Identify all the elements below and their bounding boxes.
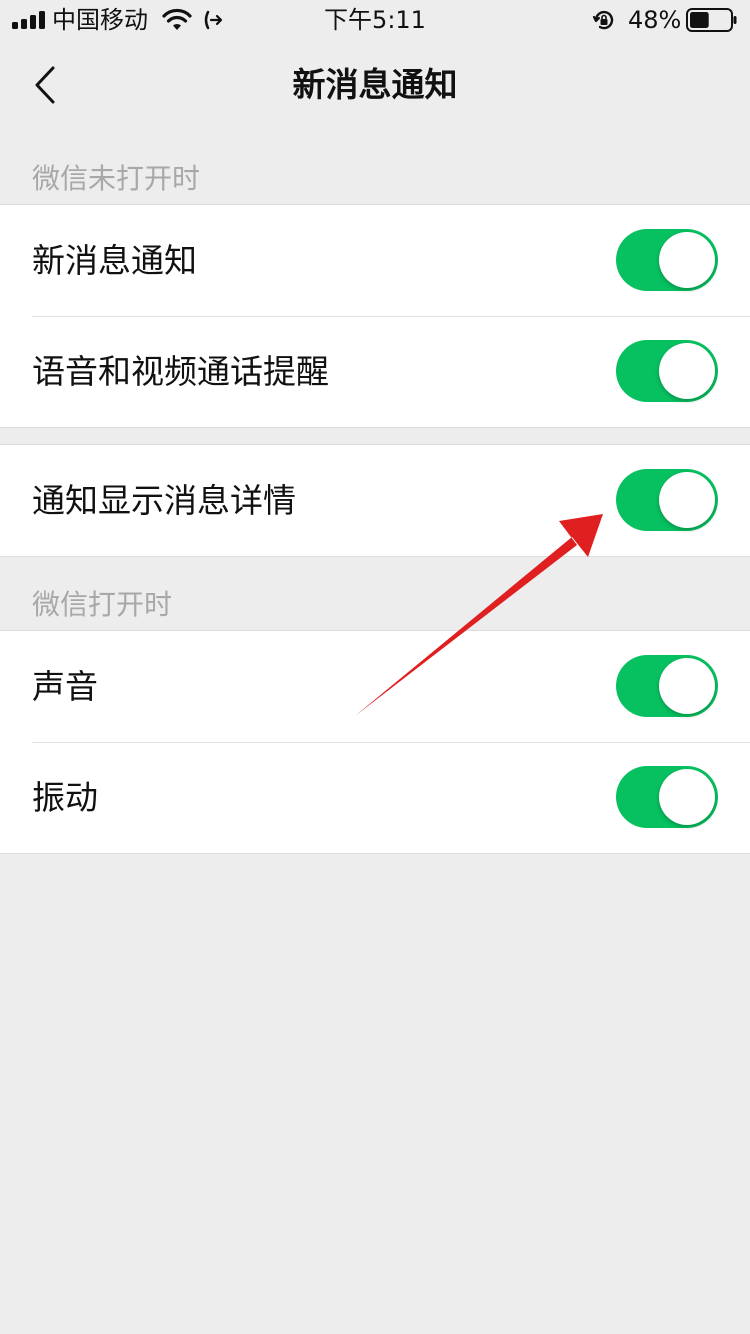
toggle-knob (659, 658, 715, 714)
setting-label: 通知显示消息详情 (32, 481, 296, 520)
toggle-knob (659, 769, 715, 825)
vibration-toggle[interactable] (616, 766, 718, 828)
screen: 中国移动 下午5:11 48% 新消息通知 微信未打开时 新消息通知 语音和视频… (0, 0, 750, 1334)
battery-icon (686, 8, 737, 32)
setting-label: 新消息通知 (32, 241, 197, 280)
section-header-open: 微信打开时 (32, 588, 173, 621)
setting-row-show-details[interactable]: 通知显示消息详情 (0, 445, 750, 556)
settings-group-details: 通知显示消息详情 (0, 444, 750, 557)
settings-group-open: 声音 振动 (0, 630, 750, 854)
setting-row-new-message[interactable]: 新消息通知 (0, 205, 750, 316)
setting-label: 语音和视频通话提醒 (32, 352, 329, 391)
navigation-bar: 新消息通知 (0, 40, 750, 130)
battery-percent: 48% (628, 6, 682, 34)
section-header-closed: 微信未打开时 (32, 162, 201, 195)
back-button[interactable] (20, 60, 70, 110)
toggle-knob (659, 232, 715, 288)
rotation-lock-icon (592, 10, 614, 30)
voice-video-toggle[interactable] (616, 340, 718, 402)
new-message-toggle[interactable] (616, 229, 718, 291)
status-bar: 中国移动 下午5:11 48% (0, 0, 750, 40)
setting-row-voice-video[interactable]: 语音和视频通话提醒 (0, 316, 750, 427)
setting-label: 声音 (32, 667, 98, 706)
setting-label: 振动 (32, 778, 98, 817)
toggle-knob (659, 343, 715, 399)
page-title: 新消息通知 (292, 65, 458, 104)
setting-row-vibration[interactable]: 振动 (0, 742, 750, 853)
settings-group-closed: 新消息通知 语音和视频通话提醒 (0, 204, 750, 428)
sound-toggle[interactable] (616, 655, 718, 717)
setting-row-sound[interactable]: 声音 (0, 631, 750, 742)
toggle-knob (659, 472, 715, 528)
show-details-toggle[interactable] (616, 469, 718, 531)
chevron-left-icon (35, 66, 55, 104)
